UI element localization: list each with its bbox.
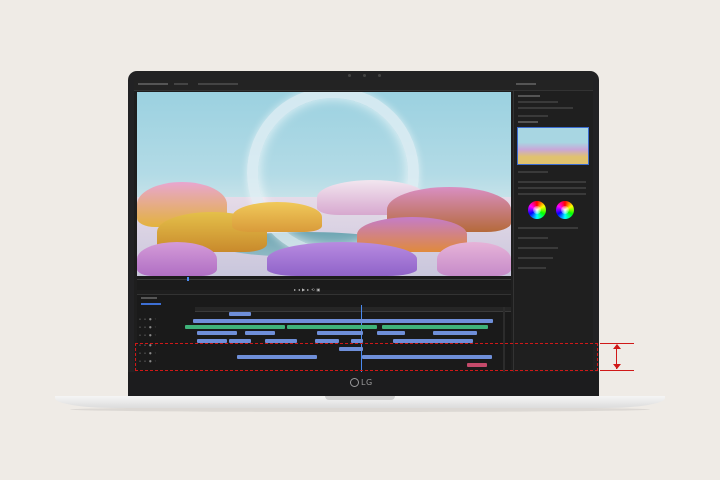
screen: ▸◂▶▸⟲▣ ▫ ▫ ● ◦ ▫ ▫ ● ◦ ▫ ▫ ● ◦ ▫ ▫ ● ◦ ▫ <box>134 80 593 372</box>
arrow-down-icon <box>613 364 621 369</box>
transport-controls[interactable]: ▸◂▶▸⟲▣ <box>294 287 322 292</box>
brand-logo-text: LG <box>361 378 373 387</box>
program-tab[interactable] <box>198 83 238 85</box>
project-tab[interactable] <box>138 83 168 85</box>
panel-row <box>518 237 548 239</box>
monitor-controls <box>137 276 511 290</box>
panel-row <box>518 101 558 103</box>
scrub-playhead[interactable] <box>187 277 189 281</box>
effects-tab[interactable] <box>516 83 536 85</box>
video-clip[interactable] <box>245 331 275 335</box>
panel-row <box>518 227 578 229</box>
panel-title <box>518 95 540 97</box>
color-wheel-shadows[interactable] <box>528 201 546 219</box>
measure-line-bottom <box>600 370 634 371</box>
video-clip-green[interactable] <box>382 325 488 329</box>
timeline-header <box>137 295 511 305</box>
brand-logo: LG <box>350 378 373 387</box>
video-clip[interactable] <box>317 331 363 335</box>
video-clip-green[interactable] <box>185 325 285 329</box>
export-frame-icon[interactable]: ▣ <box>316 287 322 292</box>
sequence-tab[interactable] <box>141 297 157 299</box>
clip-thumbnail[interactable] <box>517 127 589 165</box>
track-controls-v2[interactable]: ▫ ▫ ● ◦ <box>139 325 157 329</box>
highlight-dashed-box <box>135 343 598 371</box>
panel-row <box>518 115 548 117</box>
video-clip[interactable] <box>193 319 493 323</box>
arrow-up-icon <box>613 344 621 349</box>
grass-patch <box>437 242 511 276</box>
timecode[interactable] <box>141 303 161 305</box>
source-tab[interactable] <box>174 83 188 85</box>
video-clip[interactable] <box>229 312 251 316</box>
hinge-notch <box>325 396 395 400</box>
editor-top-bar <box>134 80 593 91</box>
video-clip-green[interactable] <box>287 325 377 329</box>
video-clip[interactable] <box>377 331 405 335</box>
panel-row <box>518 107 573 109</box>
panel-row <box>518 247 558 249</box>
slider-row[interactable] <box>518 181 586 183</box>
video-clip[interactable] <box>433 331 477 335</box>
program-monitor[interactable] <box>137 92 511 276</box>
lg-logo-icon <box>350 378 359 387</box>
slider-row[interactable] <box>518 193 586 195</box>
track-controls-v1[interactable]: ▫ ▫ ● ◦ <box>139 333 157 337</box>
grass-patch <box>267 242 417 276</box>
video-clip[interactable] <box>197 331 237 335</box>
panel-row <box>518 257 553 259</box>
webcam-icon <box>330 73 400 79</box>
grass-patch <box>137 242 217 276</box>
panel-row <box>518 267 546 269</box>
grass-patch <box>232 202 322 232</box>
scrub-bar[interactable] <box>137 279 511 280</box>
lumetri-color-panel <box>513 91 593 372</box>
color-wheel-highlights[interactable] <box>556 201 574 219</box>
panel-row <box>518 121 538 123</box>
panel-row <box>518 171 548 173</box>
track-controls-v3[interactable]: ▫ ▫ ● ◦ <box>139 317 157 321</box>
slider-row[interactable] <box>518 187 586 189</box>
